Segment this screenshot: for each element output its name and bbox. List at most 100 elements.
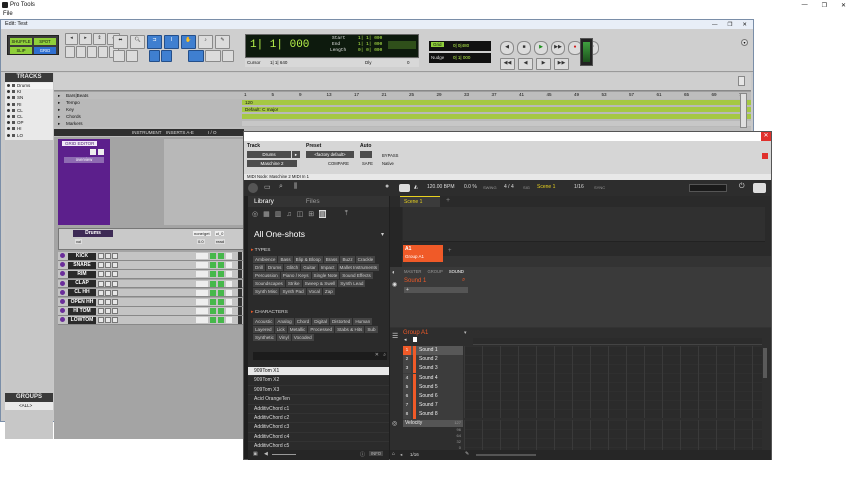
- track-input-slot[interactable]: [196, 299, 208, 305]
- drums-read-value[interactable]: read: [215, 239, 226, 244]
- track-solo-button[interactable]: [105, 280, 111, 287]
- prehear-volume-slider[interactable]: [272, 454, 296, 455]
- scene-display[interactable]: Scene 1: [537, 184, 555, 190]
- type-tag[interactable]: Buzz: [340, 256, 355, 263]
- type-tag[interactable]: Soundscapes: [253, 280, 285, 287]
- track-volume-button[interactable]: [210, 262, 216, 269]
- track-record-button[interactable]: [98, 308, 104, 315]
- return-to-zero-icon[interactable]: ◀: [500, 41, 514, 55]
- type-tag[interactable]: Synth Misc: [253, 288, 280, 295]
- plugin-bypass-icon[interactable]: [762, 153, 768, 159]
- character-tag[interactable]: Sub: [365, 326, 378, 333]
- zoom-in-icon[interactable]: ▸: [79, 33, 92, 45]
- ruler-lane[interactable]: [242, 100, 751, 105]
- pattern-ruler[interactable]: [473, 338, 762, 345]
- loop-icon[interactable]: ⊞: [308, 210, 314, 218]
- library-search-field[interactable]: ✕ ⌕: [253, 352, 387, 360]
- track-record-button[interactable]: [98, 280, 104, 287]
- instrument-track[interactable]: KICK: [58, 252, 244, 261]
- one-shot-icon[interactable]: ▤: [319, 210, 326, 218]
- scrubber-tool-icon[interactable]: ♪: [198, 35, 213, 49]
- track-record-button[interactable]: [98, 299, 104, 305]
- ruler-scrollbar[interactable]: [740, 93, 747, 128]
- track-solo-button[interactable]: [105, 308, 111, 315]
- type-tag[interactable]: Synth Pad: [280, 288, 306, 295]
- character-tag[interactable]: Acoustic: [253, 318, 275, 325]
- character-tag[interactable]: Layered: [253, 326, 274, 333]
- zoom-out-icon[interactable]: ◂: [65, 33, 78, 45]
- type-tag[interactable]: Glitch: [284, 264, 301, 271]
- ruler-row[interactable]: ▸ Key Default: C major: [54, 106, 751, 113]
- drums-mode-value[interactable]: none/get: [193, 231, 211, 236]
- track-selector[interactable]: Drums: [247, 151, 291, 158]
- track-automation-button[interactable]: [226, 271, 232, 278]
- step-grid[interactable]: [464, 346, 762, 418]
- type-tag[interactable]: Drill: [253, 264, 265, 271]
- instrument-track[interactable]: SNARE: [58, 261, 244, 270]
- type-tag[interactable]: Impact: [318, 264, 337, 271]
- track-mute-button[interactable]: [112, 271, 118, 278]
- track-record-icon[interactable]: [60, 308, 65, 314]
- search-icon[interactable]: ⌕: [279, 183, 283, 191]
- nudge-display[interactable]: Nudge 0| 1| 000: [429, 53, 491, 63]
- character-tag[interactable]: Chord: [294, 318, 312, 325]
- instrument-track[interactable]: CL HH: [58, 288, 244, 298]
- track-record-button[interactable]: [98, 317, 104, 324]
- type-tag[interactable]: Brass: [323, 256, 340, 263]
- add-scene-icon[interactable]: +: [446, 197, 450, 204]
- track-volume-button[interactable]: [210, 271, 216, 278]
- track-pan-button[interactable]: [218, 317, 224, 324]
- type-tag[interactable]: Drums: [265, 264, 284, 271]
- instrument-track[interactable]: LOWTOM: [58, 316, 244, 325]
- group-chevron-icon[interactable]: ▾: [464, 330, 467, 336]
- ruler-row[interactable]: ▸ Markers: [54, 120, 751, 127]
- pencil-tool-icon[interactable]: ✎: [215, 35, 230, 49]
- master-volume-meter[interactable]: [689, 184, 727, 192]
- edit-restore-icon[interactable]: ❐: [727, 22, 732, 28]
- sound-slot[interactable]: 4 Sound 4: [403, 373, 463, 383]
- track-name[interactable]: OPEN HH: [68, 298, 96, 306]
- types-header[interactable]: ▸ TYPES: [251, 248, 389, 255]
- pattern-footer-position[interactable]: 1/16: [410, 452, 419, 457]
- search-clear-icon[interactable]: ✕: [375, 352, 379, 358]
- edit-minimize-icon[interactable]: —: [712, 22, 718, 28]
- edit-option-1[interactable]: [113, 50, 125, 62]
- type-tag[interactable]: Piano / Keys: [280, 272, 311, 279]
- project-icon[interactable]: ◎: [252, 210, 258, 218]
- volume-icon[interactable]: ◀: [264, 451, 268, 457]
- track-name[interactable]: CLAP: [68, 280, 96, 288]
- type-tag[interactable]: Blip & Bloop: [293, 256, 323, 263]
- drums-pan-value[interactable]: cl_0: [215, 231, 225, 236]
- track-record-button[interactable]: [98, 271, 104, 278]
- ruler-expand-icon[interactable]: ▸: [58, 106, 60, 113]
- instrument-track[interactable]: OPEN HH: [58, 298, 244, 307]
- type-tag[interactable]: Zap: [322, 288, 335, 295]
- pad-view-icon[interactable]: [413, 337, 417, 342]
- track-name[interactable]: RIM: [68, 270, 96, 278]
- track-mute-button[interactable]: [112, 280, 118, 287]
- sound-slot[interactable]: 1 Sound 1: [403, 346, 463, 356]
- track-volume-button[interactable]: [210, 299, 216, 305]
- grid-display[interactable]: Grid 0| 0|480: [429, 41, 491, 51]
- pattern-slot-a1[interactable]: A1 Group A1: [403, 245, 443, 262]
- track-mute-button[interactable]: [112, 289, 118, 296]
- pattern-group-name[interactable]: Group A1: [403, 330, 428, 336]
- drums-track[interactable]: Drums vol none/get cl_0 0.0 read: [58, 228, 244, 250]
- main-counter-value[interactable]: 1| 1| 000: [250, 39, 309, 51]
- files-tab[interactable]: Files: [300, 196, 320, 207]
- prehear-icon[interactable]: ▣: [253, 451, 258, 457]
- show-hide-dot-icon[interactable]: [7, 90, 10, 94]
- sound-icon[interactable]: ▥: [275, 210, 282, 218]
- track-solo-button[interactable]: [105, 271, 111, 278]
- link-timeline-button[interactable]: [188, 50, 204, 62]
- track-record-button[interactable]: [98, 289, 104, 296]
- back-icon[interactable]: ◀: [518, 58, 533, 70]
- rewind-icon[interactable]: ◀◀: [500, 58, 515, 70]
- track-record-icon[interactable]: [60, 289, 65, 295]
- library-tab[interactable]: Library: [248, 196, 274, 207]
- ruler-menu-icon[interactable]: [738, 76, 745, 86]
- track-name[interactable]: KICK: [68, 252, 96, 260]
- edit-option-2[interactable]: [126, 50, 138, 62]
- show-hide-dot-icon[interactable]: [7, 133, 10, 137]
- mode-shuffle-button[interactable]: SHUFFLE: [10, 38, 32, 45]
